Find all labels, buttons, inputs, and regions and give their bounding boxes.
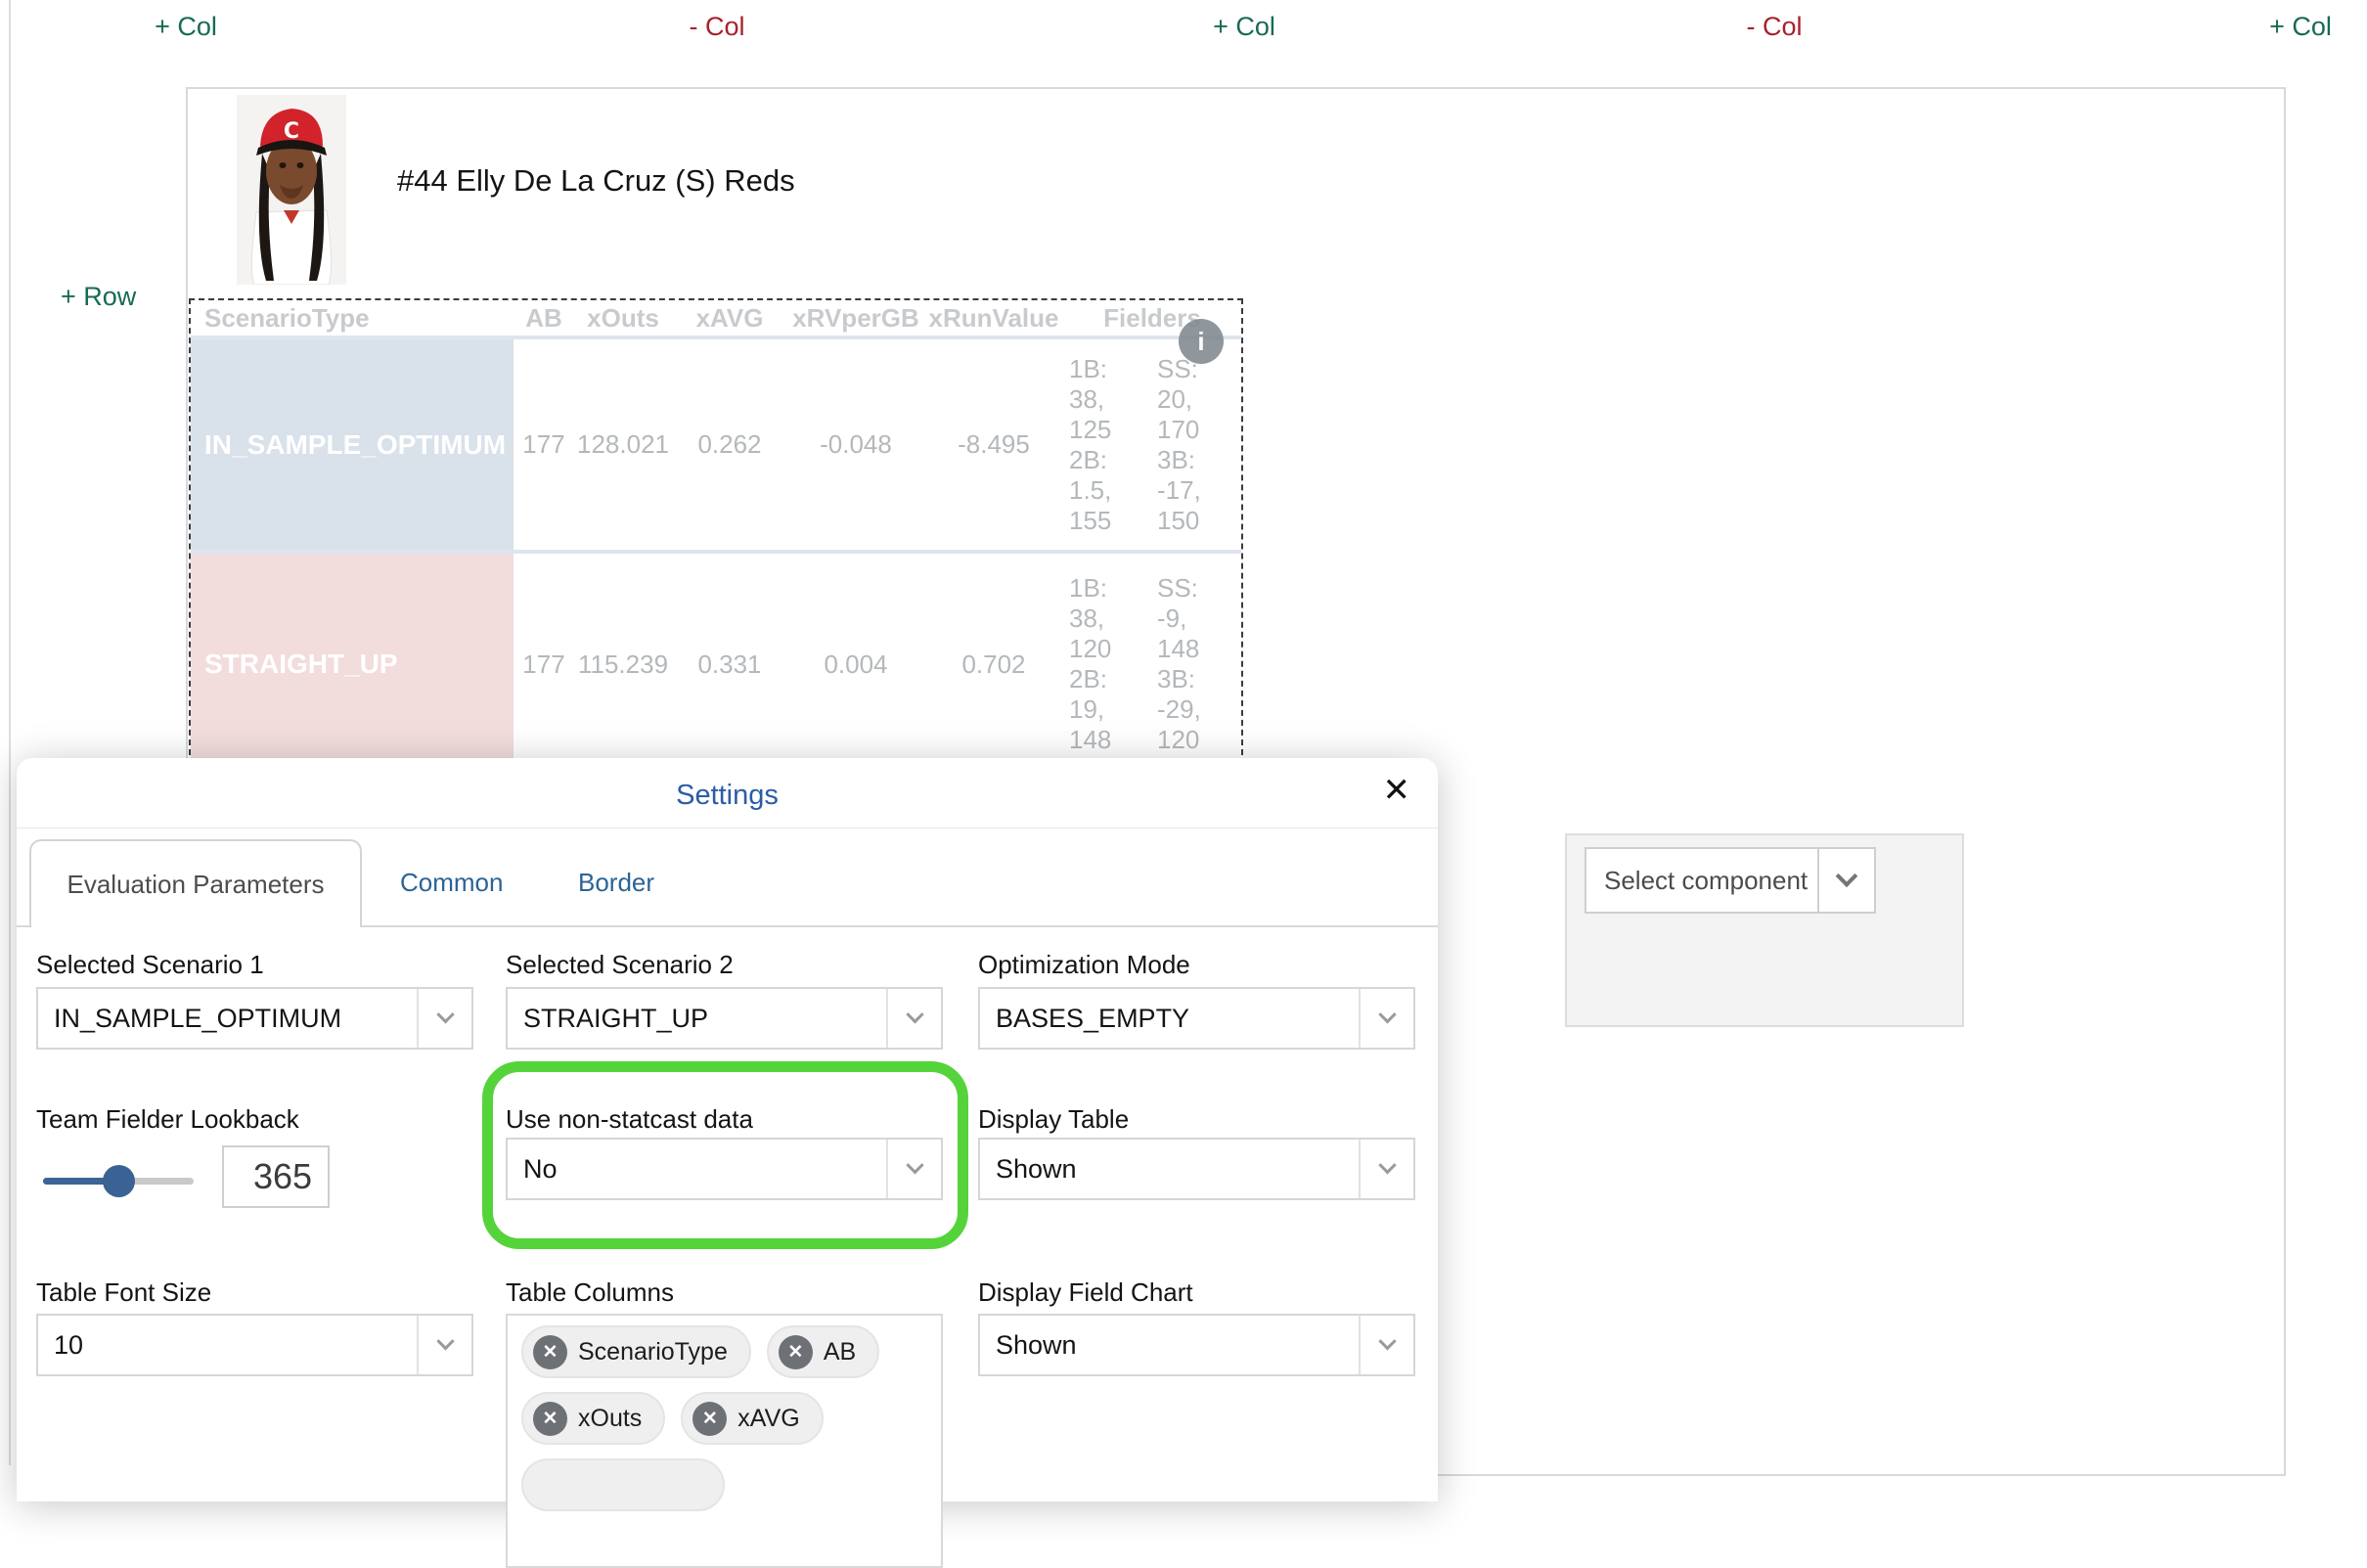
xrvpergb-cell: 0.004 — [787, 554, 924, 775]
use-non-statcast-label: Use non-statcast data — [506, 1104, 753, 1135]
chevron-down-icon — [417, 1316, 471, 1374]
display-table-select[interactable]: Shown — [978, 1138, 1415, 1200]
tag-ab[interactable]: ✕ AB — [767, 1325, 879, 1378]
scenario-name-cell: IN_SAMPLE_OPTIMUM — [191, 339, 514, 550]
add-col-button-1[interactable]: + Col — [155, 12, 217, 42]
ab-cell: 177 — [514, 554, 574, 775]
xrvpergb-cell: -0.048 — [787, 339, 924, 550]
team-fielder-lookback-input[interactable] — [222, 1145, 330, 1208]
table-columns-label: Table Columns — [506, 1277, 674, 1308]
fielders-infield-left: 1B: 38, 125 2B: 1.5, 155 — [1069, 354, 1139, 536]
page-left-border — [9, 0, 11, 1465]
team-fielder-lookback-slider[interactable] — [43, 1165, 194, 1196]
remove-col-button-1[interactable]: - Col — [689, 12, 744, 42]
use-non-statcast-value: No — [508, 1140, 886, 1198]
tag-label: xOuts — [578, 1405, 642, 1433]
xrunvalue-cell: -8.495 — [924, 339, 1063, 550]
xouts-cell: 128.021 — [574, 339, 672, 550]
player-title: #44 Elly De La Cruz (S) Reds — [397, 163, 795, 199]
chevron-down-icon — [1817, 849, 1874, 912]
remove-tag-icon[interactable]: ✕ — [533, 1402, 567, 1436]
display-table-value: Shown — [980, 1140, 1359, 1198]
display-table-label: Display Table — [978, 1104, 1129, 1135]
xavg-cell: 0.262 — [672, 339, 787, 550]
optimization-mode-value: BASES_EMPTY — [980, 989, 1359, 1048]
table-row: STRAIGHT_UP 177 115.239 0.331 0.004 0.70… — [191, 550, 1241, 775]
fielders-infield-right: SS: 20, 170 3B: -17, 150 — [1157, 354, 1228, 536]
table-header-row: ScenarioType AB xOuts xAVG xRVperGB xRun… — [191, 300, 1241, 336]
svg-text:C: C — [284, 119, 299, 144]
table-row: IN_SAMPLE_OPTIMUM 177 128.021 0.262 -0.0… — [191, 336, 1241, 550]
display-field-chart-label: Display Field Chart — [978, 1277, 1193, 1308]
chevron-down-icon — [1359, 1140, 1413, 1198]
xrunvalue-cell: 0.702 — [924, 554, 1063, 775]
table-columns-multiselect[interactable]: ✕ ScenarioType ✕ AB ✕ xOuts ✕ xAVG — [506, 1314, 943, 1568]
tag-xouts[interactable]: ✕ xOuts — [521, 1392, 665, 1445]
selected-scenario-2-label: Selected Scenario 2 — [506, 950, 734, 980]
tag-label: ScenarioType — [578, 1338, 728, 1366]
selected-scenario-1-select[interactable]: IN_SAMPLE_OPTIMUM — [36, 987, 473, 1050]
fielders-infield-right: SS: -9, 148 3B: -29, 120 — [1157, 573, 1228, 755]
xavg-cell: 0.331 — [672, 554, 787, 775]
fielders-cell: 1B: 38, 120 2B: 19, 148 SS: -9, 148 3B: … — [1063, 554, 1241, 775]
add-col-button-2[interactable]: + Col — [1213, 12, 1275, 42]
optimization-mode-select[interactable]: BASES_EMPTY — [978, 987, 1415, 1050]
display-field-chart-select[interactable]: Shown — [978, 1314, 1415, 1376]
modal-header-divider — [17, 828, 1438, 829]
table-font-size-select[interactable]: 10 — [36, 1314, 473, 1376]
remove-tag-icon[interactable]: ✕ — [692, 1402, 727, 1436]
chevron-down-icon — [1359, 1316, 1413, 1374]
tag-label: xAVG — [737, 1405, 799, 1433]
table-font-size-label: Table Font Size — [36, 1277, 211, 1308]
column-header-xavg: xAVG — [672, 303, 787, 334]
column-header-ab: AB — [514, 303, 574, 334]
scenario-stats-table[interactable]: ScenarioType AB xOuts xAVG xRVperGB xRun… — [189, 298, 1243, 775]
settings-modal: Settings ✕ Evaluation Parameters Common … — [17, 758, 1438, 1501]
chevron-down-icon — [886, 1140, 941, 1198]
column-header-scenariotype: ScenarioType — [191, 303, 514, 334]
column-header-xrunvalue: xRunValue — [924, 303, 1063, 334]
selected-scenario-2-value: STRAIGHT_UP — [508, 989, 886, 1048]
slider-handle[interactable] — [103, 1165, 135, 1197]
column-header-xouts: xOuts — [574, 303, 672, 334]
ab-cell: 177 — [514, 339, 574, 550]
fielders-cell: 1B: 38, 125 2B: 1.5, 155 SS: 20, 170 3B:… — [1063, 339, 1241, 550]
add-row-button[interactable]: + Row — [61, 282, 136, 312]
chevron-down-icon — [417, 989, 471, 1048]
use-non-statcast-select[interactable]: No — [506, 1138, 943, 1200]
tab-border[interactable]: Border — [578, 868, 654, 898]
tag-partial[interactable] — [521, 1458, 725, 1511]
component-select-placeholder: Select component — [1586, 849, 1817, 912]
display-field-chart-value: Shown — [980, 1316, 1359, 1374]
column-header-xrvpergb: xRVperGB — [787, 303, 924, 334]
remove-tag-icon[interactable]: ✕ — [533, 1335, 567, 1369]
close-icon[interactable]: ✕ — [1383, 774, 1411, 807]
selected-scenario-1-label: Selected Scenario 1 — [36, 950, 264, 980]
tag-scenariotype[interactable]: ✕ ScenarioType — [521, 1325, 751, 1378]
optimization-mode-label: Optimization Mode — [978, 950, 1190, 980]
tag-xavg[interactable]: ✕ xAVG — [681, 1392, 823, 1445]
remove-tag-icon[interactable]: ✕ — [779, 1335, 813, 1369]
player-headshot-image: C — [237, 95, 346, 285]
component-selector-panel: Select component — [1565, 833, 1964, 1027]
team-fielder-lookback-label: Team Fielder Lookback — [36, 1104, 299, 1135]
settings-modal-title: Settings — [676, 780, 779, 812]
scenario-name-cell: STRAIGHT_UP — [191, 554, 514, 775]
xouts-cell: 115.239 — [574, 554, 672, 775]
chevron-down-icon — [886, 989, 941, 1048]
selected-scenario-2-select[interactable]: STRAIGHT_UP — [506, 987, 943, 1050]
tab-common[interactable]: Common — [400, 868, 503, 898]
table-font-size-value: 10 — [38, 1316, 417, 1374]
component-select[interactable]: Select component — [1585, 847, 1876, 914]
tag-label: AB — [824, 1338, 856, 1366]
selected-scenario-1-value: IN_SAMPLE_OPTIMUM — [38, 989, 417, 1048]
remove-col-button-2[interactable]: - Col — [1746, 12, 1802, 42]
app-root: { "toolbar": { "buttons": [ { "label": "… — [0, 0, 2367, 1465]
tab-evaluation-parameters[interactable]: Evaluation Parameters — [29, 839, 362, 927]
info-icon[interactable]: i — [1179, 319, 1224, 364]
add-col-button-3[interactable]: + Col — [2269, 12, 2332, 42]
fielders-infield-left: 1B: 38, 120 2B: 19, 148 — [1069, 573, 1139, 755]
chevron-down-icon — [1359, 989, 1413, 1048]
